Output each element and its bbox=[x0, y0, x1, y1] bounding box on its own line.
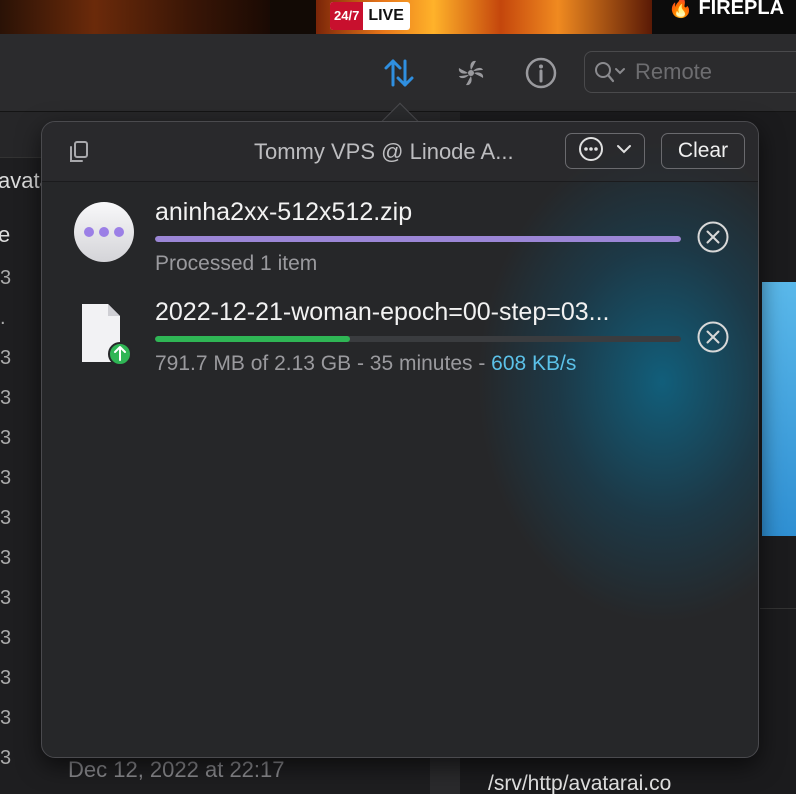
clear-button[interactable]: Clear bbox=[661, 133, 745, 169]
live-badge: 24/7 LIVE bbox=[330, 2, 410, 30]
file-upload-icon bbox=[74, 302, 136, 366]
transfer-item: aninha2xx-512x512.zip Processed 1 item bbox=[42, 194, 758, 290]
background-video-strip: 24/7 LIVE 🔥 FIREPLA bbox=[0, 0, 796, 34]
cancel-transfer-icon[interactable] bbox=[696, 320, 730, 354]
live-badge-247: 24/7 bbox=[330, 2, 364, 30]
list-item: 3 bbox=[0, 547, 12, 569]
selection-highlight bbox=[762, 282, 796, 536]
toolbar bbox=[0, 34, 796, 112]
transfer-file-name: 2022-12-21-woman-epoch=00-step=03... bbox=[155, 298, 610, 326]
transfer-progress-text: 791.7 MB of 2.13 GB - 35 minutes - bbox=[155, 352, 492, 375]
transfer-status: Processed 1 item bbox=[155, 252, 318, 275]
info-icon[interactable] bbox=[522, 54, 560, 92]
list-item: 3 bbox=[0, 347, 12, 369]
progress-fill bbox=[155, 236, 681, 242]
list-item: 3 bbox=[0, 507, 12, 529]
transfers-popover: Tommy VPS @ Linode A... Clear aninha2xx-… bbox=[41, 121, 759, 758]
list-item: 3 bbox=[0, 707, 12, 729]
transfer-arrows-icon[interactable] bbox=[380, 54, 418, 92]
transfer-speed: 608 KB/s bbox=[491, 352, 577, 375]
remote-path: /srv/http/avatarai.co bbox=[488, 772, 672, 794]
search-field[interactable] bbox=[584, 51, 796, 93]
list-item: 3 bbox=[0, 627, 12, 649]
background-thumbnail bbox=[0, 0, 270, 34]
list-item: . bbox=[0, 307, 6, 329]
background-video-title: 🔥 FIREPLA bbox=[652, 0, 796, 34]
chevron-down-icon bbox=[616, 142, 632, 160]
list-item: 3 bbox=[0, 387, 12, 409]
progress-bar bbox=[155, 336, 681, 342]
list-item: 3 bbox=[0, 467, 12, 489]
actions-menu-button[interactable] bbox=[565, 133, 645, 169]
list-item: 3 bbox=[0, 267, 12, 289]
ellipsis-circle-icon bbox=[578, 136, 604, 167]
connection-title: Tommy VPS @ Linode A... bbox=[254, 139, 514, 164]
search-icon[interactable] bbox=[593, 60, 629, 84]
cancel-transfer-icon[interactable] bbox=[696, 220, 730, 254]
list-item: 3 bbox=[0, 747, 12, 769]
transfer-status: 791.7 MB of 2.13 GB - 35 minutes - 608 K… bbox=[155, 352, 576, 376]
copy-icon[interactable] bbox=[66, 139, 92, 165]
pane-divider-footer bbox=[430, 758, 460, 794]
file-list-rows: 3 . 3 3 3 3 3 3 3 3 3 3 3 bbox=[0, 258, 12, 778]
progress-fill bbox=[155, 336, 350, 342]
popover-header: Tommy VPS @ Linode A... Clear bbox=[42, 122, 758, 182]
list-item: 3 bbox=[0, 587, 12, 609]
ellipsis-circle-icon bbox=[74, 202, 136, 264]
list-item: 3 bbox=[0, 667, 12, 689]
list-item: 3 bbox=[0, 427, 12, 449]
transfer-item: 2022-12-21-woman-epoch=00-step=03... 791… bbox=[42, 294, 758, 390]
live-badge-text: LIVE bbox=[368, 7, 404, 24]
fan-activity-icon[interactable] bbox=[452, 54, 490, 92]
search-input[interactable] bbox=[635, 59, 796, 85]
progress-bar bbox=[155, 236, 681, 242]
row-separator bbox=[760, 608, 796, 609]
modified-date: Dec 12, 2022 at 22:17 bbox=[68, 757, 285, 782]
column-header-fragment: e bbox=[0, 222, 11, 247]
transfer-file-name: aninha2xx-512x512.zip bbox=[155, 198, 413, 226]
